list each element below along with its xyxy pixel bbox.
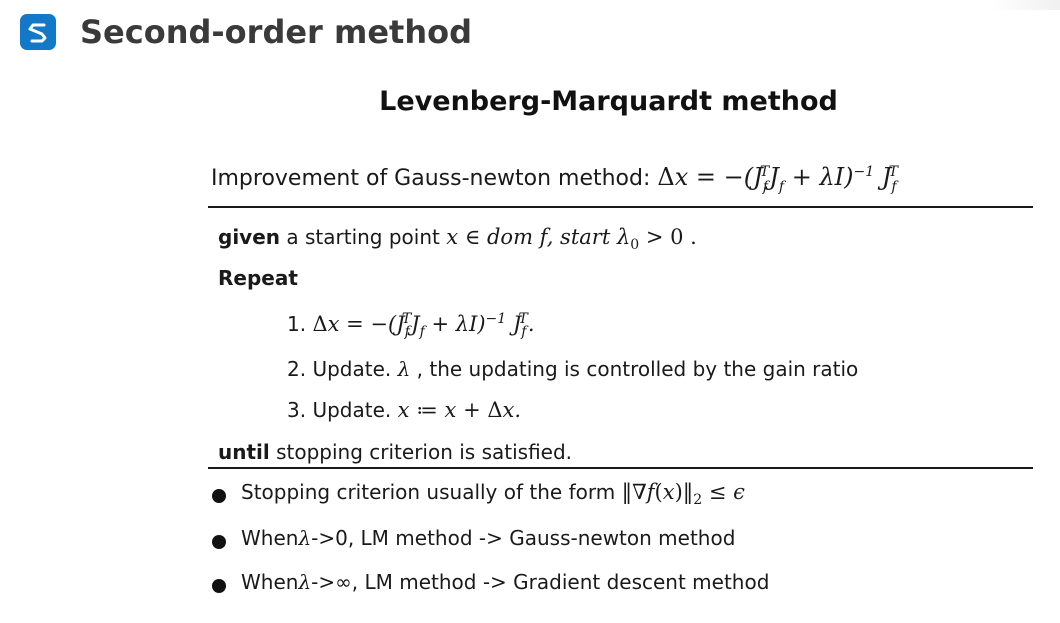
top-rule bbox=[208, 206, 1033, 208]
step-3-math: x ≔ x + Δx. bbox=[397, 398, 522, 422]
bullet-dot bbox=[212, 535, 226, 549]
step-1-number: 1. bbox=[287, 312, 313, 336]
improvement-formula: Δx = −(JfTJf + λI)−1 JfT bbox=[657, 163, 898, 195]
bullet-2-text: Whenλ->0, LM method -> Gauss-newton meth… bbox=[241, 526, 735, 550]
step-2-number: 2. bbox=[287, 357, 313, 381]
bullet-3-text: Whenλ->∞, LM method -> Gradient descent … bbox=[241, 570, 769, 594]
bottom-rule bbox=[208, 467, 1033, 469]
bullet-2-post: ->0, LM method -> Gauss-newton method bbox=[311, 526, 736, 550]
repeat-keyword-text: Repeat bbox=[218, 266, 298, 290]
until-text: stopping criterion is satisfied. bbox=[269, 440, 573, 464]
bullet-2-math: λ bbox=[298, 526, 312, 550]
step-2-tail: , the updating is controlled by the gain… bbox=[410, 357, 859, 381]
bullet-3-pre: When bbox=[241, 570, 299, 594]
given-math: x ∈ dom f, start λ0 > 0 . bbox=[446, 225, 697, 254]
step-3-number: 3. bbox=[287, 398, 313, 422]
header-title: Second-order method bbox=[80, 13, 472, 51]
given-text: a starting point bbox=[280, 225, 447, 249]
bullet-1-text: Stopping criterion usually of the form ‖… bbox=[241, 480, 745, 509]
app-logo-icon bbox=[20, 14, 56, 50]
until-keyword: until bbox=[218, 440, 270, 464]
bullet-1-math: ‖∇f(x)‖2 ≤ ϵ bbox=[621, 480, 745, 509]
bullet-2-pre: When bbox=[241, 526, 299, 550]
step-3: 3. Update. x ≔ x + Δx. bbox=[287, 398, 521, 422]
given-keyword: given bbox=[218, 225, 281, 249]
improvement-label: Improvement of Gauss-newton method: bbox=[211, 166, 658, 191]
bullet-1-label: Stopping criterion usually of the form bbox=[241, 480, 622, 504]
step-1-math: Δx = −(JfTJf + λI)−1 JfT. bbox=[312, 311, 535, 341]
step-2-text: Update. bbox=[312, 357, 398, 381]
bullet-dot bbox=[212, 489, 226, 503]
bullet-3-post: ->∞, LM method -> Gradient descent metho… bbox=[311, 570, 770, 594]
repeat-keyword: Repeat bbox=[218, 266, 298, 290]
step-2: 2. Update. λ , the updating is controlle… bbox=[287, 357, 858, 381]
given-line: given a starting point x ∈ dom f, start … bbox=[218, 225, 697, 254]
improvement-line: Improvement of Gauss-newton method: Δx =… bbox=[211, 163, 898, 195]
until-line: until stopping criterion is satisfied. bbox=[218, 440, 572, 464]
step-3-text: Update. bbox=[312, 398, 398, 422]
corner-shadow bbox=[990, 0, 1060, 10]
step-2-math: λ bbox=[397, 357, 411, 381]
bullet-dot bbox=[212, 579, 226, 593]
step-1: 1. Δx = −(JfTJf + λI)−1 JfT. bbox=[287, 311, 535, 341]
slide-title: Levenberg-Marquardt method bbox=[379, 86, 838, 117]
bullet-3-math: λ bbox=[298, 570, 312, 594]
